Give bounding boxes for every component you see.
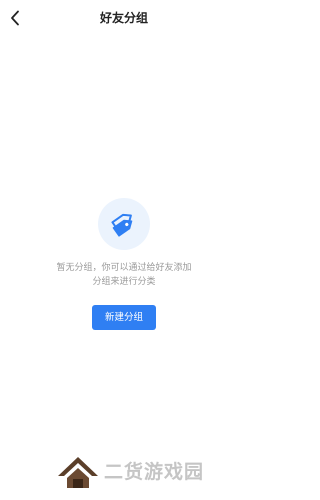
- house-logo-icon: [58, 457, 98, 488]
- empty-state-message: 暂无分组，你可以通过给好友添加分组来进行分类: [56, 263, 192, 287]
- watermark: 二货游戏园: [56, 452, 204, 492]
- nav-bar: 好友分组: [0, 0, 248, 36]
- tags-icon: [111, 213, 133, 237]
- empty-state-icon: [98, 198, 150, 250]
- watermark-text: 二货游戏园: [104, 461, 205, 483]
- empty-state: 暂无分组，你可以通过给好友添加分组来进行分类 新建分组: [0, 198, 248, 330]
- page-title: 好友分组: [99, 11, 148, 25]
- create-group-button[interactable]: 新建分组: [92, 305, 156, 330]
